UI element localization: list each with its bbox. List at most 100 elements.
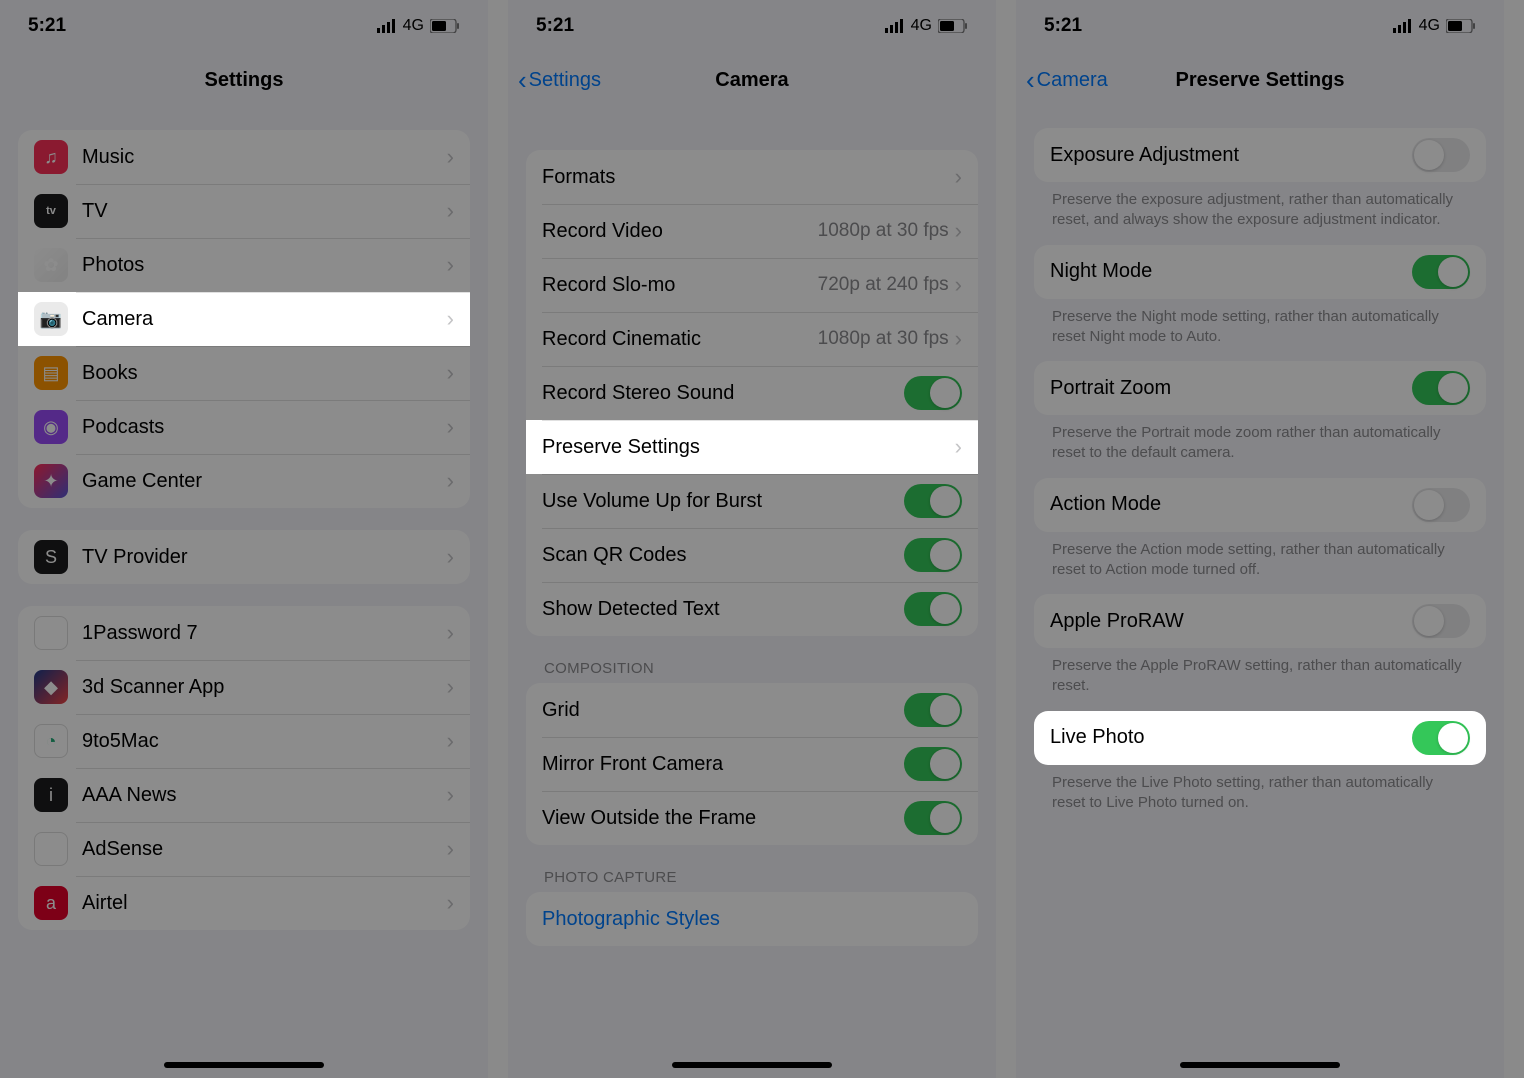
row-scan-qr-codes[interactable]: Scan QR Codes [526, 528, 978, 582]
preserve-group: Live Photo [1034, 711, 1486, 765]
row-tv[interactable]: tvTV› [18, 184, 470, 238]
toggle[interactable] [1412, 604, 1470, 638]
row-live-photo[interactable]: Live Photo [1034, 711, 1486, 765]
home-indicator[interactable] [672, 1062, 832, 1068]
row-1password-7[interactable]: ◯1Password 7› [18, 606, 470, 660]
row-record-cinematic[interactable]: Record Cinematic1080p at 30 fps› [526, 312, 978, 366]
back-label: Camera [1037, 69, 1108, 92]
row-camera[interactable]: 📷Camera› [18, 292, 470, 346]
row-label: Action Mode [1050, 493, 1412, 516]
back-button[interactable]: ‹ Camera [1026, 67, 1108, 93]
adsense-icon: ◢ [34, 832, 68, 866]
row-3d-scanner-app[interactable]: ◆3d Scanner App› [18, 660, 470, 714]
row-action-mode[interactable]: Action Mode [1034, 478, 1486, 532]
camera-list[interactable]: Formats›Record Video1080p at 30 fps›Reco… [508, 108, 996, 986]
signal-icon [1393, 19, 1413, 33]
preserve-list[interactable]: Exposure AdjustmentPreserve the exposure… [1016, 108, 1504, 853]
row-preserve-settings[interactable]: Preserve Settings› [526, 420, 978, 474]
row-label: TV [82, 200, 447, 223]
row-label: Books [82, 362, 447, 385]
row-label: 9to5Mac [82, 730, 447, 753]
toggle[interactable] [904, 693, 962, 727]
chevron-right-icon: › [447, 306, 454, 332]
row-label: Preserve Settings [542, 436, 955, 459]
toggle[interactable] [904, 801, 962, 835]
row-books[interactable]: ▤Books› [18, 346, 470, 400]
settings-list[interactable]: ♫Music›tvTV›✿Photos›📷Camera›▤Books›◉Podc… [0, 108, 488, 970]
row-airtel[interactable]: aAirtel› [18, 876, 470, 930]
chevron-right-icon: › [447, 360, 454, 386]
row-exposure-adjustment[interactable]: Exposure Adjustment [1034, 128, 1486, 182]
row-detail: 720p at 240 fps [818, 274, 949, 296]
home-indicator[interactable] [164, 1062, 324, 1068]
row-show-detected-text[interactable]: Show Detected Text [526, 582, 978, 636]
signal-icon [885, 19, 905, 33]
battery-icon [938, 19, 968, 33]
photos-icon: ✿ [34, 248, 68, 282]
chevron-right-icon: › [447, 198, 454, 224]
toggle[interactable] [904, 592, 962, 626]
row-label: 1Password 7 [82, 622, 447, 645]
toggle[interactable] [1412, 255, 1470, 289]
row-mirror-front-camera[interactable]: Mirror Front Camera [526, 737, 978, 791]
row-record-slo-mo[interactable]: Record Slo-mo720p at 240 fps› [526, 258, 978, 312]
row-photos[interactable]: ✿Photos› [18, 238, 470, 292]
status-right: 4G [377, 17, 460, 35]
toggle[interactable] [904, 747, 962, 781]
status-network: 4G [403, 17, 424, 35]
row-music[interactable]: ♫Music› [18, 130, 470, 184]
3dscanner-icon: ◆ [34, 670, 68, 704]
section-footer: Preserve the Apple ProRAW setting, rathe… [1034, 648, 1486, 697]
screen-camera: 5:21 4G ‹ Settings Camera Formats›Record… [508, 0, 996, 1078]
row-label: Record Slo-mo [542, 274, 818, 297]
preserve-group: Action Mode [1034, 478, 1486, 532]
battery-icon [1446, 19, 1476, 33]
row-view-outside-the-frame[interactable]: View Outside the Frame [526, 791, 978, 845]
signal-icon [377, 19, 397, 33]
row-adsense[interactable]: ◢AdSense› [18, 822, 470, 876]
status-network: 4G [911, 17, 932, 35]
row-label: Night Mode [1050, 260, 1412, 283]
toggle[interactable] [1412, 488, 1470, 522]
row-record-stereo-sound[interactable]: Record Stereo Sound [526, 366, 978, 420]
chevron-right-icon: › [955, 434, 962, 460]
row-apple-proraw[interactable]: Apple ProRAW [1034, 594, 1486, 648]
toggle[interactable] [904, 376, 962, 410]
row-formats[interactable]: Formats› [526, 150, 978, 204]
row-9to5mac[interactable]: ◔9to5Mac› [18, 714, 470, 768]
toggle[interactable] [904, 538, 962, 572]
preserve-group: Night Mode [1034, 245, 1486, 299]
status-time: 5:21 [28, 15, 66, 37]
chevron-right-icon: › [447, 468, 454, 494]
row-label: Podcasts [82, 416, 447, 439]
section-header-composition: Composition [526, 636, 978, 683]
row-tv-provider[interactable]: STV Provider› [18, 530, 470, 584]
row-photographic-styles[interactable]: Photographic Styles [526, 892, 978, 946]
row-label: Airtel [82, 892, 447, 915]
nav-bar: ‹ Camera Preserve Settings [1016, 52, 1504, 108]
9to5-icon: ◔ [34, 724, 68, 758]
row-game-center[interactable]: ✦Game Center› [18, 454, 470, 508]
row-label: Photographic Styles [542, 908, 962, 931]
toggle[interactable] [1412, 721, 1470, 755]
row-use-volume-up-for-burst[interactable]: Use Volume Up for Burst [526, 474, 978, 528]
toggle[interactable] [1412, 371, 1470, 405]
row-label: AdSense [82, 838, 447, 861]
row-portrait-zoom[interactable]: Portrait Zoom [1034, 361, 1486, 415]
row-podcasts[interactable]: ◉Podcasts› [18, 400, 470, 454]
chevron-right-icon: › [955, 218, 962, 244]
home-indicator[interactable] [1180, 1062, 1340, 1068]
row-night-mode[interactable]: Night Mode [1034, 245, 1486, 299]
camera-group-main: Formats›Record Video1080p at 30 fps›Reco… [526, 150, 978, 636]
row-record-video[interactable]: Record Video1080p at 30 fps› [526, 204, 978, 258]
row-label: Grid [542, 699, 904, 722]
screen-preserve-settings: 5:21 4G ‹ Camera Preserve Settings Expos… [1016, 0, 1504, 1078]
toggle[interactable] [1412, 138, 1470, 172]
row-aaa-news[interactable]: iAAA News› [18, 768, 470, 822]
row-label: Photos [82, 254, 447, 277]
chevron-right-icon: › [447, 144, 454, 170]
row-grid[interactable]: Grid [526, 683, 978, 737]
chevron-right-icon: › [447, 620, 454, 646]
toggle[interactable] [904, 484, 962, 518]
back-button[interactable]: ‹ Settings [518, 67, 601, 93]
